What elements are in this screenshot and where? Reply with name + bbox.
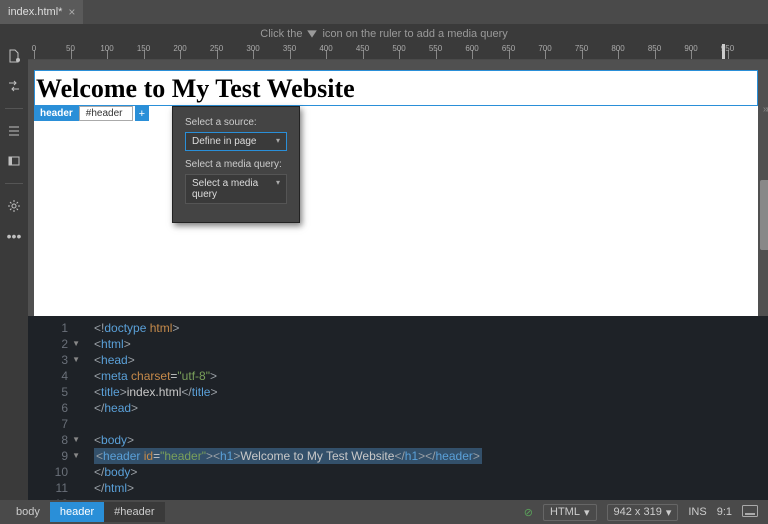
expand-arrows-icon[interactable]: »» (763, 104, 768, 115)
triangle-down-icon (306, 28, 318, 40)
size-select[interactable]: 942 x 319 ▾ (607, 504, 679, 521)
cursor-position: 9:1 (717, 506, 732, 518)
insert-mode[interactable]: INS (688, 506, 706, 518)
source-label: Select a source: (185, 117, 287, 128)
close-icon[interactable]: × (68, 5, 75, 19)
swap-icon[interactable] (6, 78, 22, 94)
add-selector-button[interactable]: + (135, 106, 149, 121)
ruler[interactable]: 0501001502002503003504004505005506006507… (28, 44, 768, 60)
lang-select[interactable]: HTML ▾ (543, 504, 596, 521)
resize-handle[interactable] (760, 180, 768, 250)
crumb-id[interactable]: #header (104, 502, 164, 522)
tag-name: header (34, 106, 79, 121)
new-rule-popup: Select a source: Define in page Select a… (172, 106, 300, 223)
media-query-label: Select a media query: (185, 159, 287, 170)
media-query-hint: Click the icon on the ruler to add a med… (0, 24, 768, 44)
file-icon[interactable] (6, 48, 22, 64)
panel-icon[interactable] (6, 153, 22, 169)
design-view: Welcome to My Test Website header #heade… (28, 60, 768, 316)
media-query-select[interactable]: Select a media query (185, 174, 287, 204)
code-view: 12▼3▼45678▼9▼101112 <!doctype html><html… (28, 316, 768, 500)
canvas[interactable]: Welcome to My Test Website header #heade… (34, 70, 758, 316)
source-select[interactable]: Define in page (185, 132, 287, 151)
gear-icon[interactable] (6, 198, 22, 214)
workarea: 0501001502002503003504004505005506006507… (28, 44, 768, 500)
main-area: ••• 050100150200250300350400450500550600… (0, 44, 768, 500)
ruler-indicator[interactable] (722, 44, 725, 60)
hint-text-after: icon on the ruler to add a media query (322, 28, 507, 40)
ok-icon: ⊘ (524, 506, 533, 519)
chevron-down-icon: ▾ (666, 506, 672, 519)
keyboard-icon[interactable] (742, 505, 758, 520)
tab-title: index.html* (8, 6, 62, 18)
list-icon[interactable] (6, 123, 22, 139)
gutter: 12▼3▼45678▼9▼101112 (28, 316, 86, 500)
code-lines[interactable]: <!doctype html><html><head><meta charset… (86, 316, 768, 500)
chevron-down-icon: ▾ (584, 506, 590, 519)
status-bar: body header #header ⊘ HTML ▾ 942 x 319 ▾… (0, 500, 768, 524)
separator (5, 108, 23, 109)
hint-text-before: Click the (260, 28, 302, 40)
selected-tag-chip: header #header + (34, 106, 149, 121)
crumb-body[interactable]: body (6, 502, 50, 522)
crumb-header[interactable]: header (50, 502, 104, 522)
separator (5, 183, 23, 184)
left-sidebar: ••• (0, 44, 28, 500)
tag-id-input[interactable]: #header (79, 106, 133, 121)
more-icon[interactable]: ••• (6, 228, 22, 244)
tab-bar: index.html* × (0, 0, 768, 24)
ruler-ticks: 0501001502002503003504004505005506006507… (34, 44, 768, 59)
status-right: ⊘ HTML ▾ 942 x 319 ▾ INS 9:1 (524, 504, 768, 521)
selection-outline (34, 70, 758, 106)
breadcrumb: body header #header (0, 502, 524, 522)
file-tab[interactable]: index.html* × (0, 0, 83, 24)
